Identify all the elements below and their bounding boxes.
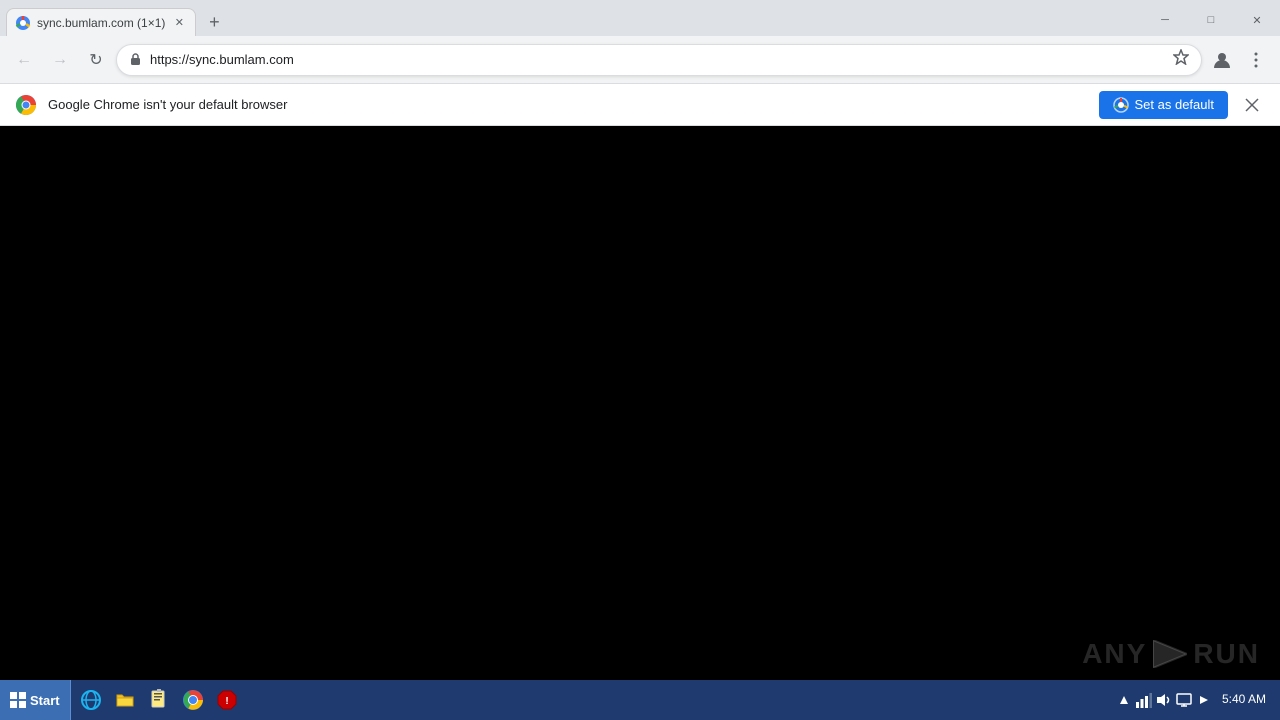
back-button[interactable]: ←: [8, 44, 40, 76]
toolbar-right: [1206, 44, 1272, 76]
browser-window: sync.bumlam.com (1×1) ✕ + ─ □ ✕ ← → ↻ ht…: [0, 0, 1280, 720]
start-icon: [10, 692, 26, 708]
account-button[interactable]: [1206, 44, 1238, 76]
chrome-logo-icon: [16, 95, 36, 115]
browser-tab[interactable]: sync.bumlam.com (1×1) ✕: [6, 8, 196, 36]
anyrun-text-any: ANY: [1082, 638, 1147, 670]
taskbar-right: 5:40 AM: [1108, 692, 1280, 708]
notepad-icon[interactable]: [143, 684, 175, 716]
forward-button[interactable]: →: [44, 44, 76, 76]
bookmark-icon[interactable]: [1173, 49, 1189, 70]
taskbar-icons: !: [71, 684, 1108, 716]
tab-close-button[interactable]: ✕: [171, 15, 187, 31]
taskbar: Start: [0, 680, 1280, 720]
notification-text: Google Chrome isn't your default browser: [48, 97, 1087, 112]
refresh-button[interactable]: ↻: [80, 44, 112, 76]
menu-button[interactable]: [1240, 44, 1272, 76]
start-label: Start: [30, 693, 60, 708]
tab-strip: sync.bumlam.com (1×1) ✕ +: [0, 0, 1142, 36]
anyrun-play-icon: [1153, 640, 1187, 668]
clock[interactable]: 5:40 AM: [1216, 692, 1272, 708]
set-default-label: Set as default: [1135, 97, 1215, 112]
url-text: https://sync.bumlam.com: [150, 52, 1165, 67]
security-icon[interactable]: !: [211, 684, 243, 716]
close-button[interactable]: ✕: [1234, 4, 1280, 36]
tab-title: sync.bumlam.com (1×1): [37, 16, 165, 30]
anyrun-text-run: RUN: [1193, 638, 1260, 670]
ie-icon[interactable]: [75, 684, 107, 716]
page-content: ANY RUN: [0, 126, 1280, 720]
address-bar: ← → ↻ https://sync.bumlam.com: [0, 36, 1280, 84]
display-icon[interactable]: [1176, 692, 1192, 708]
start-button[interactable]: Start: [0, 680, 71, 720]
network-icon[interactable]: [1136, 692, 1152, 708]
window-controls: ─ □ ✕: [1142, 0, 1280, 36]
file-explorer-icon[interactable]: [109, 684, 141, 716]
set-as-default-button[interactable]: Set as default: [1099, 91, 1229, 119]
title-bar: sync.bumlam.com (1×1) ✕ + ─ □ ✕: [0, 0, 1280, 36]
system-tray: [1116, 692, 1212, 708]
notification-bar: Google Chrome isn't your default browser…: [0, 84, 1280, 126]
volume-icon[interactable]: [1156, 692, 1172, 708]
anyrun-watermark: ANY RUN: [1082, 638, 1260, 670]
tray-overflow-icon[interactable]: [1196, 692, 1212, 708]
show-hidden-icons[interactable]: [1116, 692, 1132, 708]
chrome-taskbar-icon[interactable]: [177, 684, 209, 716]
maximize-button[interactable]: □: [1188, 4, 1234, 36]
tab-favicon: [15, 15, 31, 31]
minimize-button[interactable]: ─: [1142, 4, 1188, 36]
lock-icon: [129, 52, 142, 68]
svg-text:!: !: [225, 696, 228, 707]
url-bar[interactable]: https://sync.bumlam.com: [116, 44, 1202, 76]
notification-close-button[interactable]: [1240, 93, 1264, 117]
new-tab-button[interactable]: +: [200, 8, 228, 36]
